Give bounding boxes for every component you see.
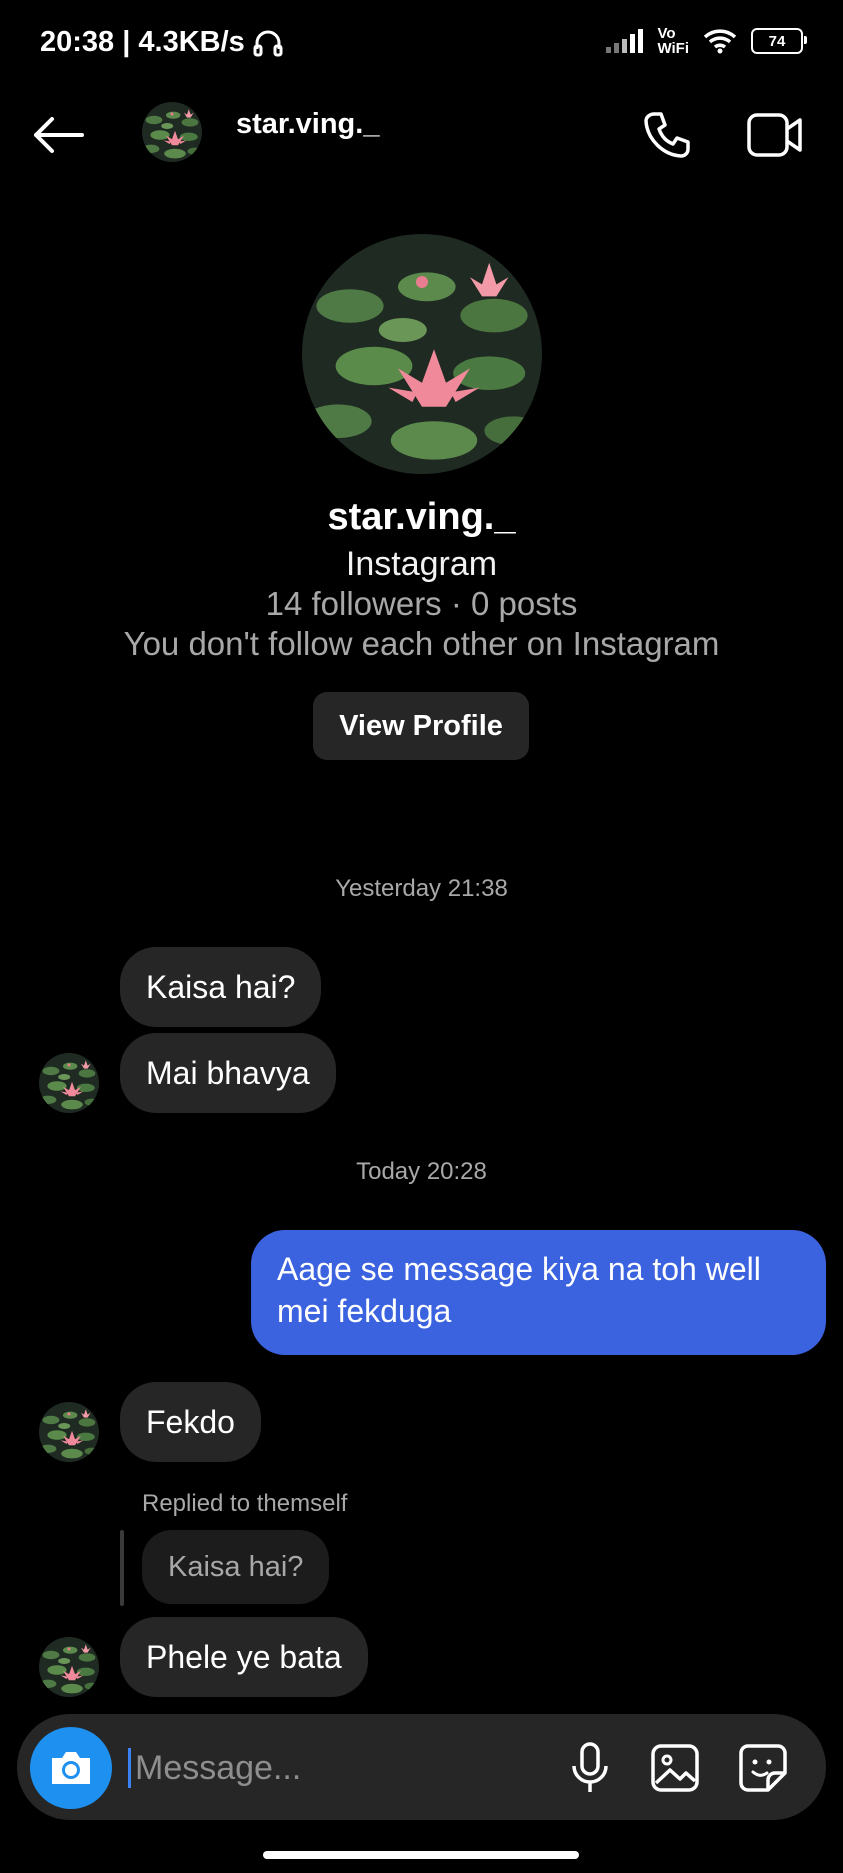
back-button[interactable]	[30, 110, 86, 160]
timestamp: Yesterday 21:38	[335, 875, 508, 902]
sender-avatar[interactable]	[39, 1402, 99, 1462]
image-icon	[651, 1744, 699, 1792]
voice-call-button[interactable]	[638, 106, 696, 164]
signal-icon	[606, 29, 644, 53]
incoming-message[interactable]: Fekdo	[120, 1382, 261, 1462]
vowifi-indicator: Vo WiFi	[657, 25, 689, 57]
header-username[interactable]: star.ving._	[236, 108, 379, 141]
status-indicators: Vo WiFi 74	[605, 25, 807, 57]
timestamp: Today 20:28	[356, 1158, 487, 1185]
reply-bar	[120, 1530, 124, 1606]
back-arrow-icon	[34, 117, 84, 153]
sender-avatar[interactable]	[39, 1053, 99, 1113]
camera-button[interactable]	[30, 1727, 112, 1809]
incoming-message[interactable]: Mai bhavya	[120, 1033, 336, 1113]
phone-icon	[644, 112, 690, 158]
view-profile-button[interactable]: View Profile	[313, 692, 529, 760]
profile-platform: Instagram	[345, 545, 498, 583]
reply-quote[interactable]: Kaisa hai?	[142, 1530, 330, 1604]
reply-label: Replied to themself	[142, 1490, 348, 1517]
home-indicator	[263, 1851, 579, 1859]
profile-avatar[interactable]	[302, 234, 542, 474]
status-time-speed: 20:38 | 4.3KB/s	[40, 26, 283, 59]
incoming-message[interactable]: Phele ye bata	[120, 1617, 368, 1697]
gallery-button[interactable]	[648, 1740, 702, 1796]
follow-status: You don't follow each other on Instagram	[123, 625, 720, 662]
outgoing-message[interactable]: Aage se message kiya na toh well mei fek…	[251, 1230, 826, 1355]
video-camera-icon	[747, 113, 802, 157]
message-input[interactable]	[128, 1748, 535, 1788]
incoming-message[interactable]: Kaisa hai?	[120, 947, 322, 1027]
video-call-button[interactable]	[744, 106, 806, 164]
camera-icon	[52, 1752, 90, 1784]
wifi-icon	[703, 29, 737, 54]
sticker-button[interactable]	[736, 1740, 790, 1796]
voice-message-button[interactable]	[564, 1738, 616, 1798]
sticker-icon	[739, 1744, 787, 1792]
headphones-icon	[253, 30, 283, 56]
profile-stats: 14 followers · 0 posts	[265, 585, 578, 622]
microphone-icon	[572, 1742, 608, 1792]
profile-username: star.ving._	[327, 496, 516, 538]
header-avatar[interactable]	[142, 102, 202, 162]
battery-indicator: 74	[751, 28, 807, 54]
sender-avatar[interactable]	[39, 1637, 99, 1697]
